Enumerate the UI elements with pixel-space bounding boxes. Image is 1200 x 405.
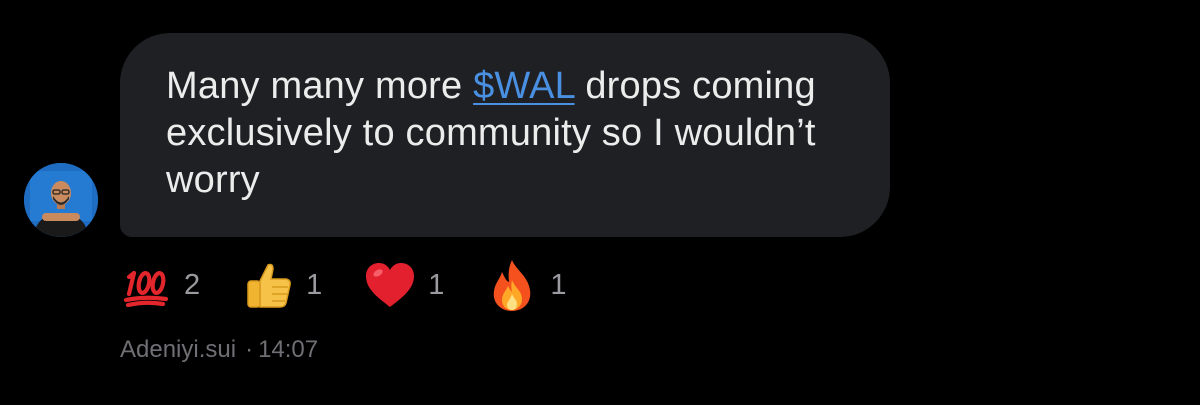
timestamp: 14:07 — [258, 336, 319, 363]
thumbs-up-icon — [242, 259, 294, 311]
message-text-before: Many many more — [166, 65, 474, 107]
reaction-count: 1 — [428, 268, 445, 301]
reaction-hundred[interactable]: 2 — [120, 259, 200, 311]
author-name[interactable]: Adeniyi.sui — [120, 336, 236, 364]
message-text: Many many more $WAL drops coming exclusi… — [166, 63, 842, 204]
fire-icon — [486, 259, 538, 311]
hundred-points-icon — [120, 259, 172, 311]
reaction-count: 1 — [550, 268, 567, 301]
meta-separator: · — [245, 336, 254, 363]
reaction-thumbs-up[interactable]: 1 — [242, 259, 322, 311]
message-meta: Adeniyi.sui · 14:07 — [120, 336, 318, 364]
avatar[interactable] — [24, 163, 98, 237]
person-avatar-image — [24, 163, 98, 237]
reaction-heart[interactable]: 1 — [364, 259, 444, 311]
reaction-count: 1 — [306, 268, 323, 301]
reaction-fire[interactable]: 1 — [486, 259, 567, 311]
red-heart-icon — [364, 259, 416, 311]
reaction-count: 2 — [184, 268, 201, 301]
cashtag-link[interactable]: $WAL — [473, 65, 574, 107]
message-bubble: Many many more $WAL drops coming exclusi… — [120, 33, 890, 237]
reactions-bar: 2 1 1 1 — [120, 257, 609, 313]
